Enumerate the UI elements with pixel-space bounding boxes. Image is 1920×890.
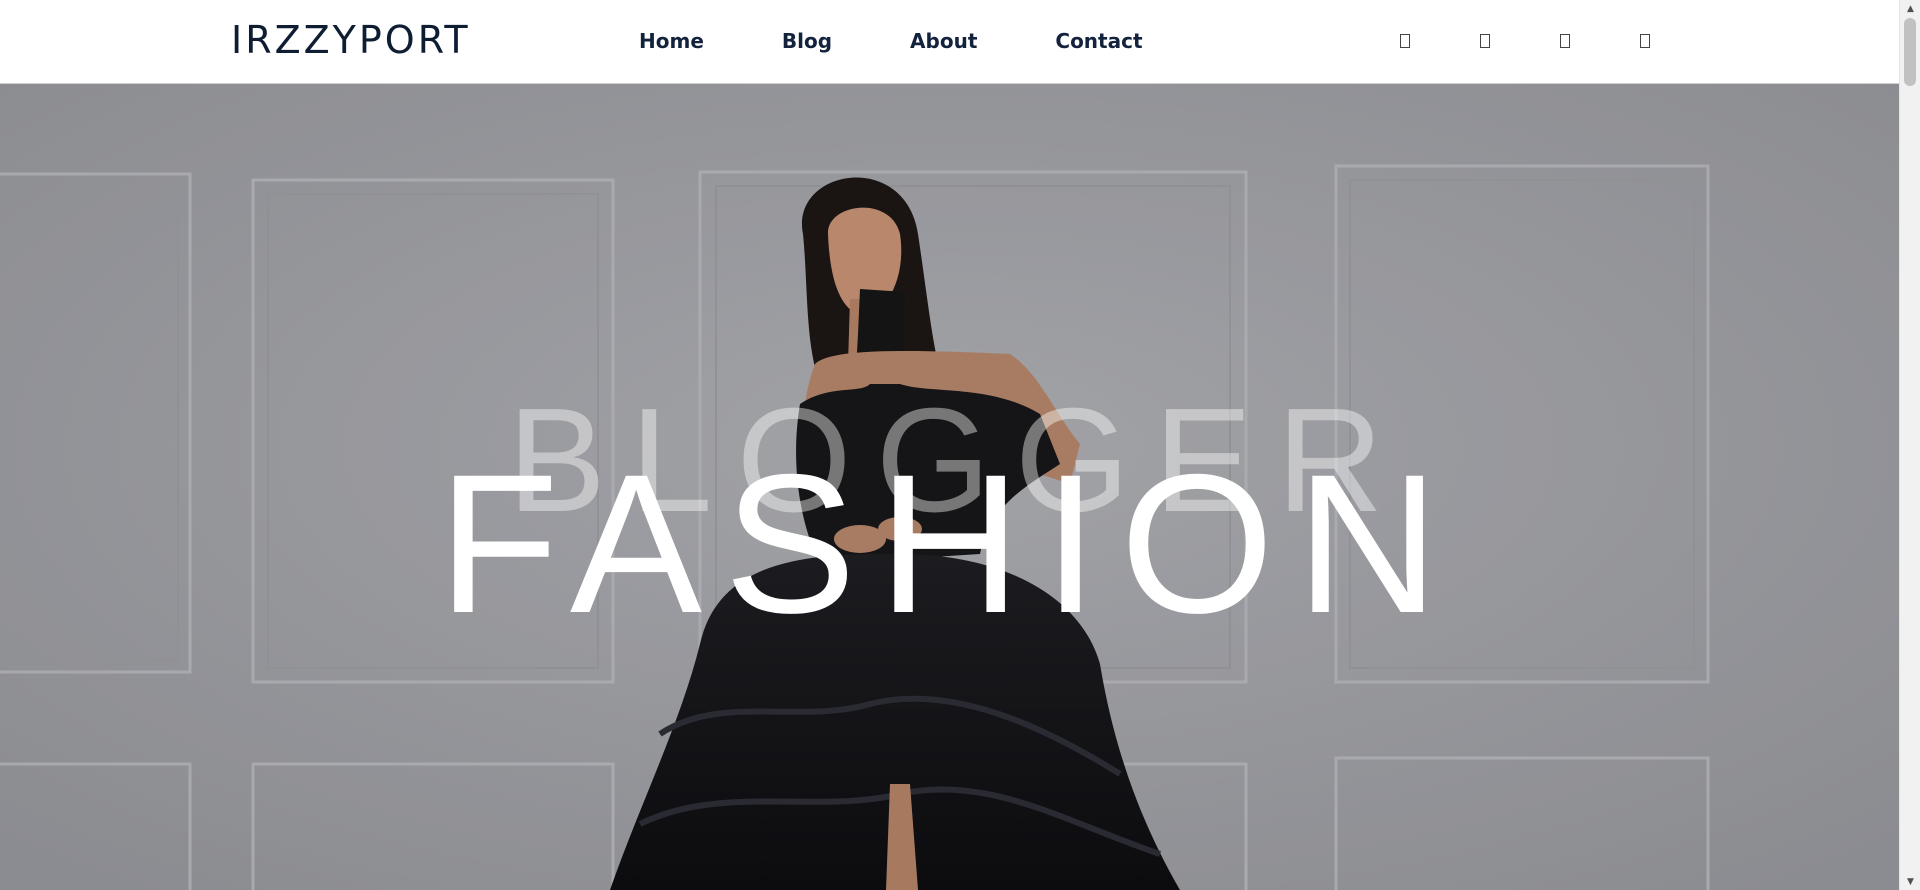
missing-glyph-icon xyxy=(1640,34,1650,48)
missing-glyph-icon xyxy=(1400,34,1410,48)
nav-link-blog[interactable]: Blog xyxy=(743,29,871,53)
page: IRZZYPORT Home Blog About Contact BLOGGE… xyxy=(0,0,1920,890)
vertical-scrollbar[interactable]: ▲ ▼ xyxy=(1899,0,1920,890)
main-nav: Home Blog About Contact xyxy=(600,0,1182,82)
nav-link-about[interactable]: About xyxy=(871,29,1016,53)
social-icon-1[interactable] xyxy=(1365,26,1445,56)
site-header: IRZZYPORT Home Blog About Contact xyxy=(0,0,1899,84)
missing-glyph-icon xyxy=(1560,34,1570,48)
social-icon-3[interactable] xyxy=(1525,26,1605,56)
nav-link-home[interactable]: Home xyxy=(600,29,743,53)
social-links xyxy=(1365,0,1685,82)
nav-link-contact[interactable]: Contact xyxy=(1016,29,1181,53)
scroll-up-arrow-icon[interactable]: ▲ xyxy=(1900,0,1920,17)
social-icon-4[interactable] xyxy=(1605,26,1685,56)
hero-section: BLOGGER FASHION xyxy=(0,84,1899,890)
missing-glyph-icon xyxy=(1480,34,1490,48)
site-logo[interactable]: IRZZYPORT xyxy=(231,18,471,62)
scroll-down-arrow-icon[interactable]: ▼ xyxy=(1900,873,1920,890)
scrollbar-thumb[interactable] xyxy=(1904,18,1916,86)
hero-title: FASHION xyxy=(437,433,1462,654)
social-icon-2[interactable] xyxy=(1445,26,1525,56)
